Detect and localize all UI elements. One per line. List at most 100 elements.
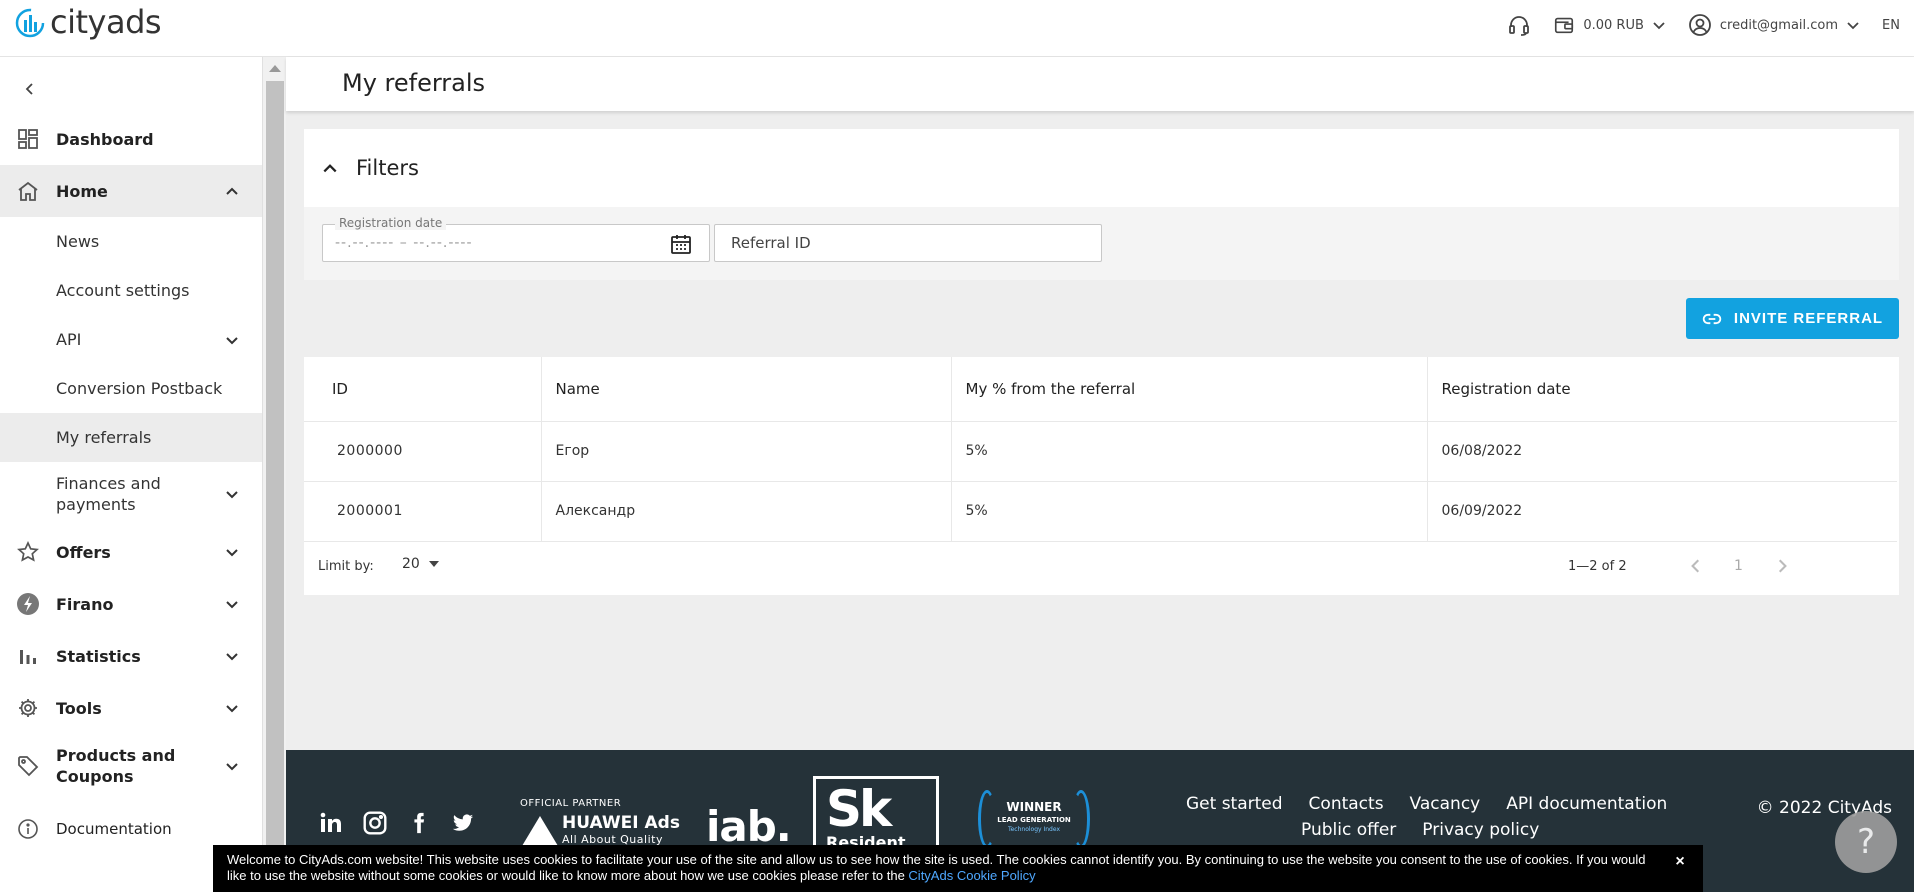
sidebar-item-label: Documentation — [56, 820, 172, 838]
sidebar-item-firano[interactable]: Firano — [0, 578, 262, 630]
bar-chart-icon — [16, 644, 40, 668]
logo[interactable]: cityads — [14, 3, 162, 41]
cell-name: Егор — [541, 421, 952, 482]
chevron-down-icon — [224, 758, 240, 774]
gear-icon — [16, 696, 40, 720]
chevron-right-icon[interactable] — [1774, 557, 1790, 575]
limit-label: Limit by: — [318, 559, 374, 574]
footer-links: Get started Contacts Vacancy API documen… — [1186, 794, 1726, 840]
sidebar-item-home[interactable]: Home — [0, 165, 262, 217]
sidebar-item-dashboard[interactable]: Dashboard — [0, 113, 262, 165]
cell-percent: 5% — [951, 481, 1428, 542]
account-dropdown[interactable]: credit@gmail.com — [1688, 10, 1860, 40]
help-button[interactable]: ? — [1835, 811, 1897, 873]
filters-toggle[interactable]: Filters — [304, 129, 1899, 207]
wallet-icon — [1555, 17, 1574, 34]
cookie-policy-link[interactable]: CityAds Cookie Policy — [908, 868, 1035, 883]
sidebar-collapse-button[interactable] — [16, 75, 44, 103]
header-actions: 0.00 RUB credit@gmail.com EN — [1507, 10, 1900, 40]
table-header-row: ID Name My % from the referral Registrat… — [304, 357, 1897, 422]
sidebar-item-finances-and-payments[interactable]: Finances and payments — [0, 462, 262, 526]
referral-id-input[interactable]: Referral ID — [714, 224, 1102, 262]
cell-id: 2000000 — [304, 421, 542, 482]
cell-date: 06/08/2022 — [1427, 421, 1897, 482]
table-row[interactable]: 2000000 Егор 5% 06/08/2022 — [304, 421, 1897, 482]
balance-dropdown[interactable]: 0.00 RUB — [1553, 10, 1666, 40]
sidebar-item-label: Statistics — [56, 646, 141, 666]
linkedin-icon[interactable] — [318, 810, 344, 836]
sidebar-item-label: Dashboard — [56, 129, 154, 149]
sidebar-nav: Dashboard Home News Account settings API… — [0, 113, 262, 852]
calendar-icon[interactable] — [669, 232, 693, 256]
sk-logo-text: Sk — [826, 780, 892, 838]
firano-icon — [16, 592, 40, 616]
partner-main-text: HUAWEI Ads — [562, 813, 680, 833]
referral-id-placeholder: Referral ID — [731, 234, 811, 252]
sidebar-item-label: Products and Coupons — [56, 746, 176, 786]
cookie-banner: Welcome to CityAds.com website! This web… — [213, 845, 1703, 892]
top-header: cityads 0.00 RUB credit@gmail.com EN — [0, 0, 1914, 57]
chevron-left-icon[interactable] — [1688, 557, 1704, 575]
iab-logo[interactable]: iab. — [706, 802, 792, 851]
column-header-name[interactable]: Name — [541, 357, 952, 422]
column-header-percent[interactable]: My % from the referral — [951, 357, 1428, 422]
filters-body: Registration date --.--.---- – --.--.---… — [304, 207, 1899, 280]
logo-text: cityads — [50, 3, 162, 41]
chevron-down-icon — [224, 332, 240, 348]
sidebar-scrollbar[interactable] — [262, 57, 286, 892]
sidebar-item-label: Conversion Postback — [56, 379, 223, 398]
partner-top-text: OFFICIAL PARTNER — [520, 798, 622, 809]
sidebar-item-label: My referrals — [56, 428, 152, 447]
sidebar-item-tools[interactable]: Tools — [0, 682, 262, 734]
chevron-down-icon — [1847, 22, 1859, 30]
filters-panel: Filters Registration date --.--.---- – -… — [304, 129, 1899, 280]
winner-badge: WINNER LEAD GENERATION Technology Index — [974, 790, 1094, 850]
registration-date-field[interactable]: Registration date --.--.---- – --.--.---… — [322, 216, 710, 262]
sidebar-item-products-and-coupons[interactable]: Products and Coupons — [0, 734, 262, 798]
sidebar-item-label: News — [56, 232, 100, 251]
close-icon[interactable]: × — [1671, 853, 1689, 871]
sidebar-item-label: Account settings — [56, 281, 190, 300]
filters-title: Filters — [356, 156, 419, 180]
skolkovo-resident-logo[interactable]: Sk Resident — [813, 776, 939, 852]
chevron-up-icon — [224, 183, 240, 199]
limit-value: 20 — [402, 556, 420, 572]
logo-mark-icon — [15, 8, 45, 38]
footer-link-contacts[interactable]: Contacts — [1309, 794, 1384, 814]
sidebar-item-offers[interactable]: Offers — [0, 526, 262, 578]
sidebar-item-my-referrals[interactable]: My referrals — [0, 413, 262, 462]
table-row[interactable]: 2000001 Александр 5% 06/09/2022 — [304, 481, 1897, 542]
sidebar-item-api[interactable]: API — [0, 315, 262, 364]
home-icon — [16, 179, 40, 203]
scrollbar-thumb[interactable] — [266, 81, 284, 892]
column-header-id[interactable]: ID — [304, 357, 542, 422]
facebook-icon[interactable] — [406, 810, 432, 836]
cell-percent: 5% — [951, 421, 1428, 482]
sidebar-item-label: Finances and payments — [56, 474, 161, 514]
footer-link-api-documentation[interactable]: API documentation — [1506, 794, 1667, 814]
scroll-up-arrow-icon[interactable] — [269, 65, 281, 72]
cell-date: 06/09/2022 — [1427, 481, 1897, 542]
sidebar-item-conversion-postback[interactable]: Conversion Postback — [0, 364, 262, 413]
chevron-down-icon — [224, 596, 240, 612]
support-button[interactable] — [1507, 10, 1531, 40]
twitter-icon[interactable] — [450, 810, 476, 836]
chevron-down-icon — [1653, 22, 1665, 30]
footer-link-public-offer[interactable]: Public offer — [1301, 820, 1396, 840]
dashboard-icon — [16, 127, 40, 151]
language-switch[interactable]: EN — [1882, 10, 1900, 40]
chevron-down-icon — [224, 544, 240, 560]
instagram-icon[interactable] — [362, 810, 388, 836]
pagination-current-page[interactable]: 1 — [1734, 558, 1743, 574]
sidebar-item-account-settings[interactable]: Account settings — [0, 266, 262, 315]
sidebar-item-news[interactable]: News — [0, 217, 262, 266]
footer-link-privacy-policy[interactable]: Privacy policy — [1422, 820, 1539, 840]
sidebar-item-label: Tools — [56, 698, 102, 718]
column-header-registration-date[interactable]: Registration date — [1427, 357, 1897, 422]
sidebar-item-statistics[interactable]: Statistics — [0, 630, 262, 682]
footer-link-get-started[interactable]: Get started — [1186, 794, 1283, 814]
invite-referral-button[interactable]: INVITE REFERRAL — [1686, 298, 1899, 339]
limit-select[interactable]: 20 — [402, 556, 440, 572]
referrals-table-card: ID Name My % from the referral Registrat… — [304, 357, 1899, 595]
footer-link-vacancy[interactable]: Vacancy — [1410, 794, 1481, 814]
